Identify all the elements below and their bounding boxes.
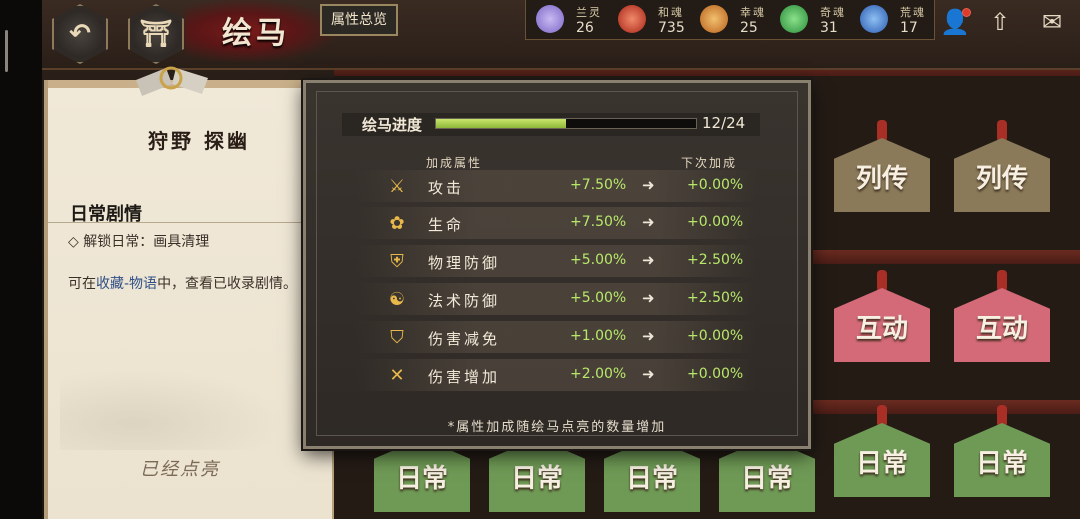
collapse-button[interactable]: ⇧: [982, 4, 1018, 40]
flower-icon: ✿: [389, 212, 405, 234]
up-arrow-icon: ⇧: [989, 8, 1011, 36]
back-arrow-icon: ↶: [57, 9, 103, 59]
currency-item[interactable]: 幸魂 25: [696, 2, 776, 38]
yin-yang-icon: ☯: [388, 288, 406, 310]
divider: [48, 222, 306, 223]
lit-status: 已经点亮: [140, 459, 220, 480]
right-arrow-icon: ➜: [642, 365, 655, 383]
right-arrow-icon: ➜: [642, 289, 655, 307]
currency-item[interactable]: 荒魂 17: [856, 2, 936, 38]
ema-plaque[interactable]: 互动: [954, 270, 1050, 362]
right-arrow-icon: ➜: [642, 327, 655, 345]
screen-edge: [0, 0, 42, 519]
ema-plaque[interactable]: 日常: [954, 405, 1050, 497]
attribute-row: ⛉ 伤害减免 +1.00% ➜ +0.00%: [356, 321, 756, 353]
progress-label: 绘马进度: [362, 116, 423, 134]
torii-icon: ⛩: [133, 9, 179, 59]
ema-plaque[interactable]: 日常: [834, 405, 930, 497]
spirit-icon: [536, 5, 564, 33]
right-arrow-icon: ➜: [642, 213, 655, 231]
col-header-next: 下次加成: [681, 156, 738, 170]
attribute-row: ⚔ 攻击 +7.50% ➜ +0.00%: [356, 170, 756, 202]
attribute-row: ☯ 法术防御 +5.00% ➜ +2.50%: [356, 283, 756, 315]
sword-icon: ⚔: [388, 175, 406, 197]
armor-icon: ⛨: [390, 250, 404, 272]
notification-dot: [962, 8, 971, 17]
attribute-overview-button[interactable]: 属性总览: [320, 4, 398, 36]
progress-bar: [435, 118, 697, 129]
currency-item[interactable]: 奇魂 31: [776, 2, 856, 38]
right-arrow-icon: ➜: [642, 251, 655, 269]
friends-button[interactable]: 👤: [937, 4, 973, 40]
ema-plaque[interactable]: 列传: [834, 120, 930, 212]
attribute-row: ⛨ 物理防御 +5.00% ➜ +2.50%: [356, 245, 756, 277]
ema-plaque[interactable]: 列传: [954, 120, 1050, 212]
crossed-swords-icon: ✕: [389, 364, 405, 386]
attribute-row: ✿ 生命 +7.50% ➜ +0.00%: [356, 207, 756, 239]
peace-soul-icon: [618, 5, 646, 33]
edge-handle: [5, 30, 8, 72]
mail-button[interactable]: ✉: [1034, 4, 1070, 40]
shield-icon: ⛉: [390, 326, 404, 348]
game-screen: 列传 列传 互动 互动 日常 日常 日常 日常 日常 日常 ↶ ⛩ 绘马 属性总…: [0, 0, 1080, 519]
wonder-soul-icon: [780, 5, 808, 33]
right-arrow-icon: ➜: [642, 176, 655, 194]
currency-item[interactable]: 和魂 735: [614, 2, 694, 38]
progress-row: 绘马进度 12/24: [346, 114, 758, 134]
ink-painting: [60, 360, 310, 450]
luck-soul-icon: [700, 5, 728, 33]
mail-icon: ✉: [1041, 8, 1063, 36]
collection-link[interactable]: 收藏-物语: [96, 276, 157, 292]
rough-soul-icon: [860, 5, 888, 33]
progress-fill: [436, 119, 566, 128]
attribute-modal: 绘马进度 12/24 加成属性 下次加成 ⚔ 攻击 +7.50% ➜ +0.00…: [303, 80, 811, 449]
ema-plaque[interactable]: 互动: [834, 270, 930, 362]
character-name: 狩野 探幽: [148, 129, 250, 153]
description: 可在收藏-物语中，查看已收录剧情。: [68, 276, 298, 292]
unlock-text: ◇ 解锁日常：画具清理: [68, 234, 210, 250]
page-title: 绘马: [222, 16, 290, 51]
currency-bar: 兰灵 26 和魂 735 幸魂 25 奇魂 31 荒魂 17: [525, 0, 935, 40]
bonus-note: *属性加成随绘马点亮的数量增加: [447, 420, 667, 435]
currency-item[interactable]: 兰灵 26: [532, 2, 612, 38]
progress-count: 12/24: [702, 114, 746, 132]
col-header-attr: 加成属性: [426, 156, 483, 170]
attribute-row: ✕ 伤害增加 +2.00% ➜ +0.00%: [356, 359, 756, 391]
paper-knot-icon: [136, 66, 208, 96]
